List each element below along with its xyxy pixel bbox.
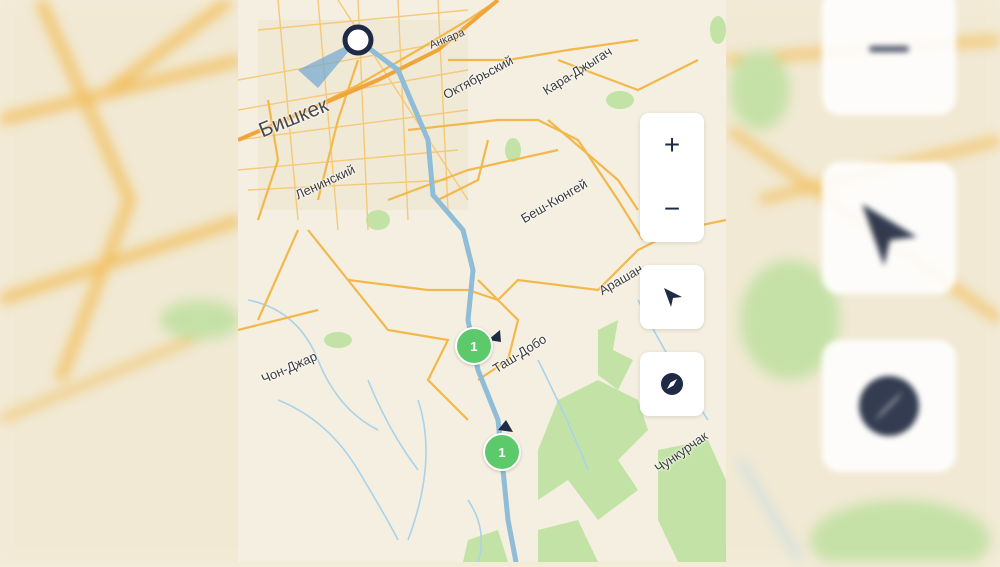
- zoom-control: + −: [640, 113, 704, 242]
- compass-icon: [661, 373, 683, 395]
- compass-button[interactable]: [640, 352, 704, 416]
- zoom-in-button[interactable]: +: [640, 113, 704, 177]
- navigation-arrow-icon: [664, 288, 682, 307]
- zoom-out-button[interactable]: −: [640, 177, 704, 241]
- locate-button[interactable]: [640, 265, 704, 329]
- start-point-marker: [342, 24, 374, 56]
- route-marker[interactable]: 1: [455, 327, 493, 365]
- background-locate-control: [822, 162, 956, 294]
- background-zoom-out-control: [822, 0, 956, 115]
- background-compass-control: [822, 340, 956, 472]
- route-marker[interactable]: 1: [483, 433, 521, 471]
